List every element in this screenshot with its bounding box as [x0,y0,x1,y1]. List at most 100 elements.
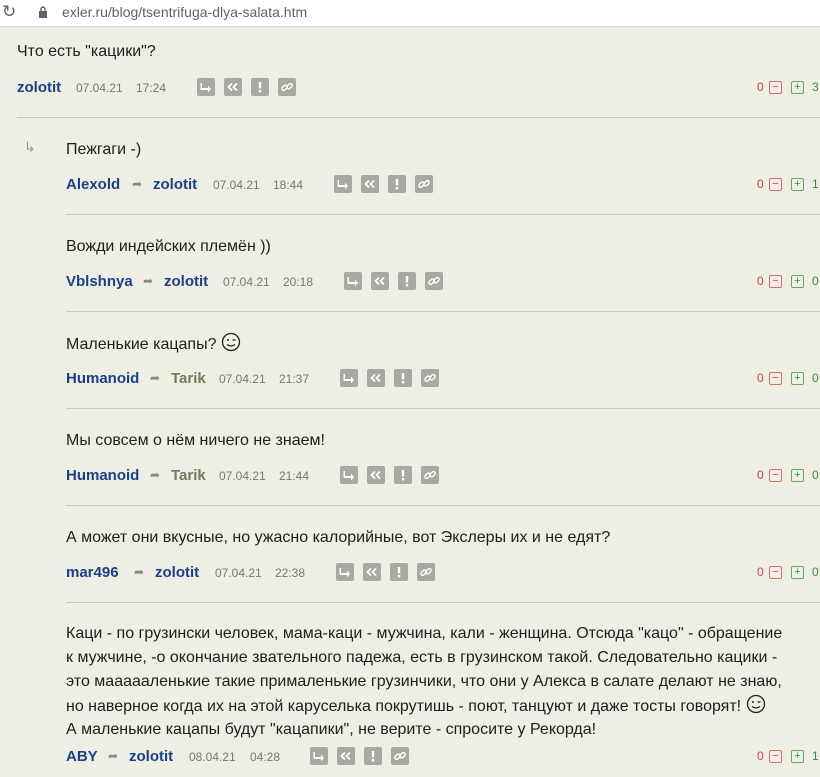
vote-up-button[interactable]: + [791,178,804,191]
comment-author[interactable]: Alexold [66,176,120,193]
comment-date: 07.04.21 [219,372,266,386]
reply-to-arrow-icon: ➦ [132,177,143,191]
divider [66,602,820,603]
reply-button[interactable] [336,563,354,581]
comment-meta: Vblshnya ➦ zolotit 07.04.21 20:18 0− +0 [66,272,820,293]
quote-icon [337,749,355,763]
reply-button[interactable] [344,272,362,290]
browser-url-bar[interactable]: ↻ exler.ru/blog/tsentrifuga-dlya-salata.… [0,0,820,27]
reply-to-author[interactable]: Tarik [171,467,206,484]
comment-author[interactable]: Humanoid [66,370,139,387]
comment-text-line: это маааааленькие такие прималенькие гру… [66,673,782,690]
quote-icon [371,274,389,288]
vote-up-button[interactable]: + [791,372,804,385]
comment-text: Что есть "кацики"? [17,43,156,60]
link-button[interactable] [278,78,296,96]
vote-down-button[interactable]: − [769,178,782,191]
comment-text-line: к мужчине, -о окончание звательного паде… [66,649,778,666]
vote-up-button[interactable]: + [791,750,804,763]
reply-button[interactable] [340,369,358,387]
vote-up-button[interactable]: + [791,469,804,482]
comment-date: 07.04.21 [76,81,123,95]
comment-author[interactable]: zolotit [17,79,61,96]
report-button[interactable] [251,78,269,96]
reply-to-author[interactable]: zolotit [155,564,199,581]
lock-icon [39,6,47,18]
plus-count: 0 [812,468,819,482]
quote-button[interactable] [367,466,385,484]
vote-down-button[interactable]: − [769,275,782,288]
reply-arrow-icon [310,749,328,763]
thread-reply-arrow-icon: ↳ [24,139,36,155]
reply-to-arrow-icon: ➦ [150,371,161,385]
plus-count: 0 [812,274,819,288]
link-icon [417,565,435,579]
report-button[interactable] [364,747,382,765]
reply-to-author[interactable]: zolotit [129,748,173,765]
minus-count: 0 [757,565,764,579]
plus-count: 0 [812,565,819,579]
divider [66,311,820,312]
plus-count: 3 [812,80,819,94]
comment-time: 21:37 [279,372,310,386]
report-button[interactable] [394,466,412,484]
link-button[interactable] [415,175,433,193]
comment-author[interactable]: mar496 [66,564,119,581]
link-icon [421,468,439,482]
exclamation-icon [394,371,412,385]
reply-to-author[interactable]: zolotit [164,273,208,290]
comment-meta: zolotit 07.04.21 17:24 0− +3 [17,78,820,99]
url-text[interactable]: exler.ru/blog/tsentrifuga-dlya-salata.ht… [62,4,307,20]
comment-author[interactable]: Vblshnya [66,273,133,290]
link-button[interactable] [425,272,443,290]
reply-button[interactable] [340,466,358,484]
quote-icon [367,468,385,482]
report-button[interactable] [390,563,408,581]
reply-to-author[interactable]: zolotit [153,176,197,193]
comment-text: А может они вкусные, но ужасно калорийны… [66,529,611,546]
minus-count: 0 [757,177,764,191]
minus-count: 0 [757,371,764,385]
link-icon [425,274,443,288]
quote-button[interactable] [337,747,355,765]
reply-button[interactable] [334,175,352,193]
comment-time: 21:44 [279,469,310,483]
quote-button[interactable] [224,78,242,96]
minus-count: 0 [757,274,764,288]
quote-button[interactable] [363,563,381,581]
comment-author[interactable]: ABY [66,748,98,765]
comment-author[interactable]: Humanoid [66,467,139,484]
report-button[interactable] [398,272,416,290]
exclamation-icon [390,565,408,579]
link-button[interactable] [417,563,435,581]
report-button[interactable] [388,175,406,193]
vote-down-button[interactable]: − [769,566,782,579]
link-button[interactable] [421,369,439,387]
vote-down-button[interactable]: − [769,469,782,482]
reply-arrow-icon [197,80,215,94]
link-button[interactable] [391,747,409,765]
comment-date: 07.04.21 [213,178,260,192]
report-button[interactable] [394,369,412,387]
quote-button[interactable] [367,369,385,387]
vote-up-button[interactable]: + [791,566,804,579]
comment-date: 07.04.21 [223,275,270,289]
vote-up-button[interactable]: + [791,275,804,288]
reply-to-author[interactable]: Tarik [171,370,206,387]
quote-button[interactable] [361,175,379,193]
vote-up-button[interactable]: + [791,81,804,94]
comment-date: 07.04.21 [219,469,266,483]
vote-down-button[interactable]: − [769,81,782,94]
link-button[interactable] [421,466,439,484]
reply-button[interactable] [197,78,215,96]
vote-down-button[interactable]: − [769,750,782,763]
comment-meta: ABY ➦ zolotit 08.04.21 04:28 0− +1 [66,747,820,768]
comment-text-line: но наверное когда их на этой каруселька … [66,698,742,715]
vote-down-button[interactable]: − [769,372,782,385]
comment-time: 04:28 [250,750,281,764]
quote-button[interactable] [371,272,389,290]
reload-icon[interactable]: ↻ [2,2,16,22]
minus-count: 0 [757,80,764,94]
reply-to-arrow-icon: ➦ [150,468,161,482]
reply-button[interactable] [310,747,328,765]
